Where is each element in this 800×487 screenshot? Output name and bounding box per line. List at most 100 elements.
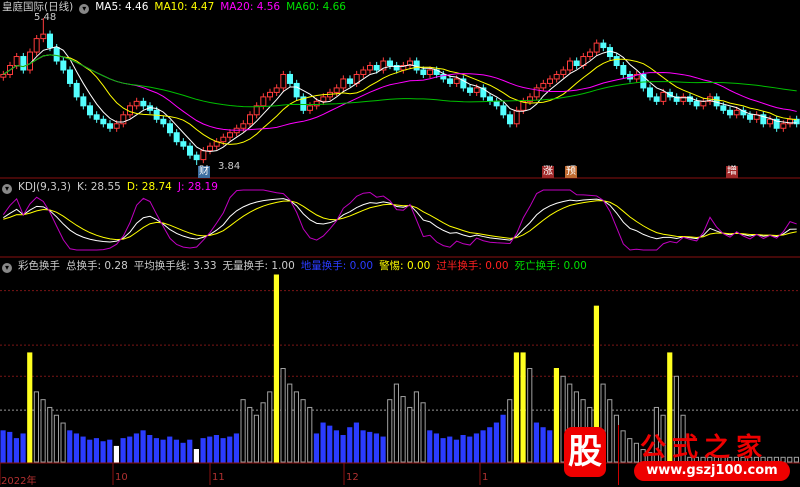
turnover-bar [520,352,526,463]
candle-down [67,69,73,84]
candle-up [313,100,320,107]
turnover-bar [7,431,13,463]
turnover-bar [220,438,226,463]
candle-up [273,87,280,93]
candle-down [653,96,660,102]
turnover-bar [100,441,106,463]
turnover-bar [447,436,453,463]
candle-up [660,91,667,102]
turnover-bar [427,430,433,463]
event-tag-zhang[interactable]: 涨 [542,166,554,178]
candle-down [60,60,67,71]
candle-down [293,82,300,98]
candle-down [187,145,193,156]
candle-down [347,78,353,84]
candle-up [767,118,773,125]
turnover-bar [420,402,426,463]
event-tag-yu[interactable]: 预 [565,166,577,178]
candle-up [227,132,233,138]
candle-up [553,73,560,80]
candle-down [693,100,700,107]
candle-down [747,114,753,120]
turnover-bar [413,391,420,463]
candle-up [540,82,547,89]
turnover-bar [87,439,93,463]
candle-down [287,73,293,84]
candle-down [487,96,493,102]
candle-down [467,87,473,93]
candle-up [547,78,553,84]
turnover-bar [513,352,519,463]
turnover-bar [407,406,413,463]
candle-up [267,91,273,98]
turnover-bar [320,422,326,463]
event-tag-zeng[interactable]: 增 [726,166,738,178]
candle-down [420,69,427,75]
turnover-bar [373,433,380,463]
candle-down [573,60,580,67]
turnover-bar [253,414,259,463]
date-label: 12 [346,472,359,483]
candle-down [720,105,727,111]
candle-up [200,150,207,161]
j-line [2,189,797,251]
turnover-bar [260,402,266,463]
turnover-bar [380,436,386,463]
candle-up [27,51,33,71]
stock-chart[interactable] [0,0,800,485]
turnover-bar [540,427,546,463]
candle-up [33,38,40,53]
turnover-bar [273,274,280,463]
date-label: 10 [115,472,128,483]
candle-down [500,105,507,116]
event-tag-cai[interactable]: 财 [198,166,210,178]
date-label: 11 [212,472,225,483]
candle-down [107,123,113,129]
candle-up [733,109,740,116]
turnover-bar [173,439,179,463]
candle-up [207,145,213,152]
turnover-bar [113,445,120,463]
turnover-bar [120,438,126,463]
candle-down [93,114,100,120]
turnover-bar [453,439,460,463]
turnover-bar [467,436,473,463]
candle-up [260,96,267,107]
turnover-bar [440,438,446,463]
candle-down [613,56,620,67]
turnover-bar [20,433,26,463]
turnover-bar [80,436,86,463]
candle-up [560,69,567,75]
candle-up [473,87,480,93]
turnover-bar [347,427,353,463]
turnover-bar [387,399,393,463]
divider [618,425,619,485]
turnover-bar [460,435,466,463]
candle-down [387,60,393,67]
turnover-bar [333,430,340,463]
turnover-bar [393,383,400,463]
turnover-bar [307,406,313,463]
candle-up [13,56,20,67]
candle-down [160,118,167,125]
candle-down [47,33,53,49]
candle-up [567,60,573,71]
candle-down [727,109,733,116]
turnover-bar [353,422,360,463]
turnover-bar [500,414,506,463]
candle-up [113,123,120,129]
candle-down [87,105,93,116]
candle-down [620,65,627,75]
candle-up [453,78,460,84]
turnover-bar [193,449,199,463]
turnover-bar [327,425,333,463]
turnover-bar [227,436,233,463]
candle-down [180,141,187,147]
turnover-bar [287,383,293,463]
date-label: 1 [482,472,489,483]
turnover-bar [360,430,366,463]
candle-down [100,118,107,125]
turnover-bar [247,406,253,463]
watermark-url: www.gszj100.com [634,461,790,481]
turnover-bar [400,396,406,463]
